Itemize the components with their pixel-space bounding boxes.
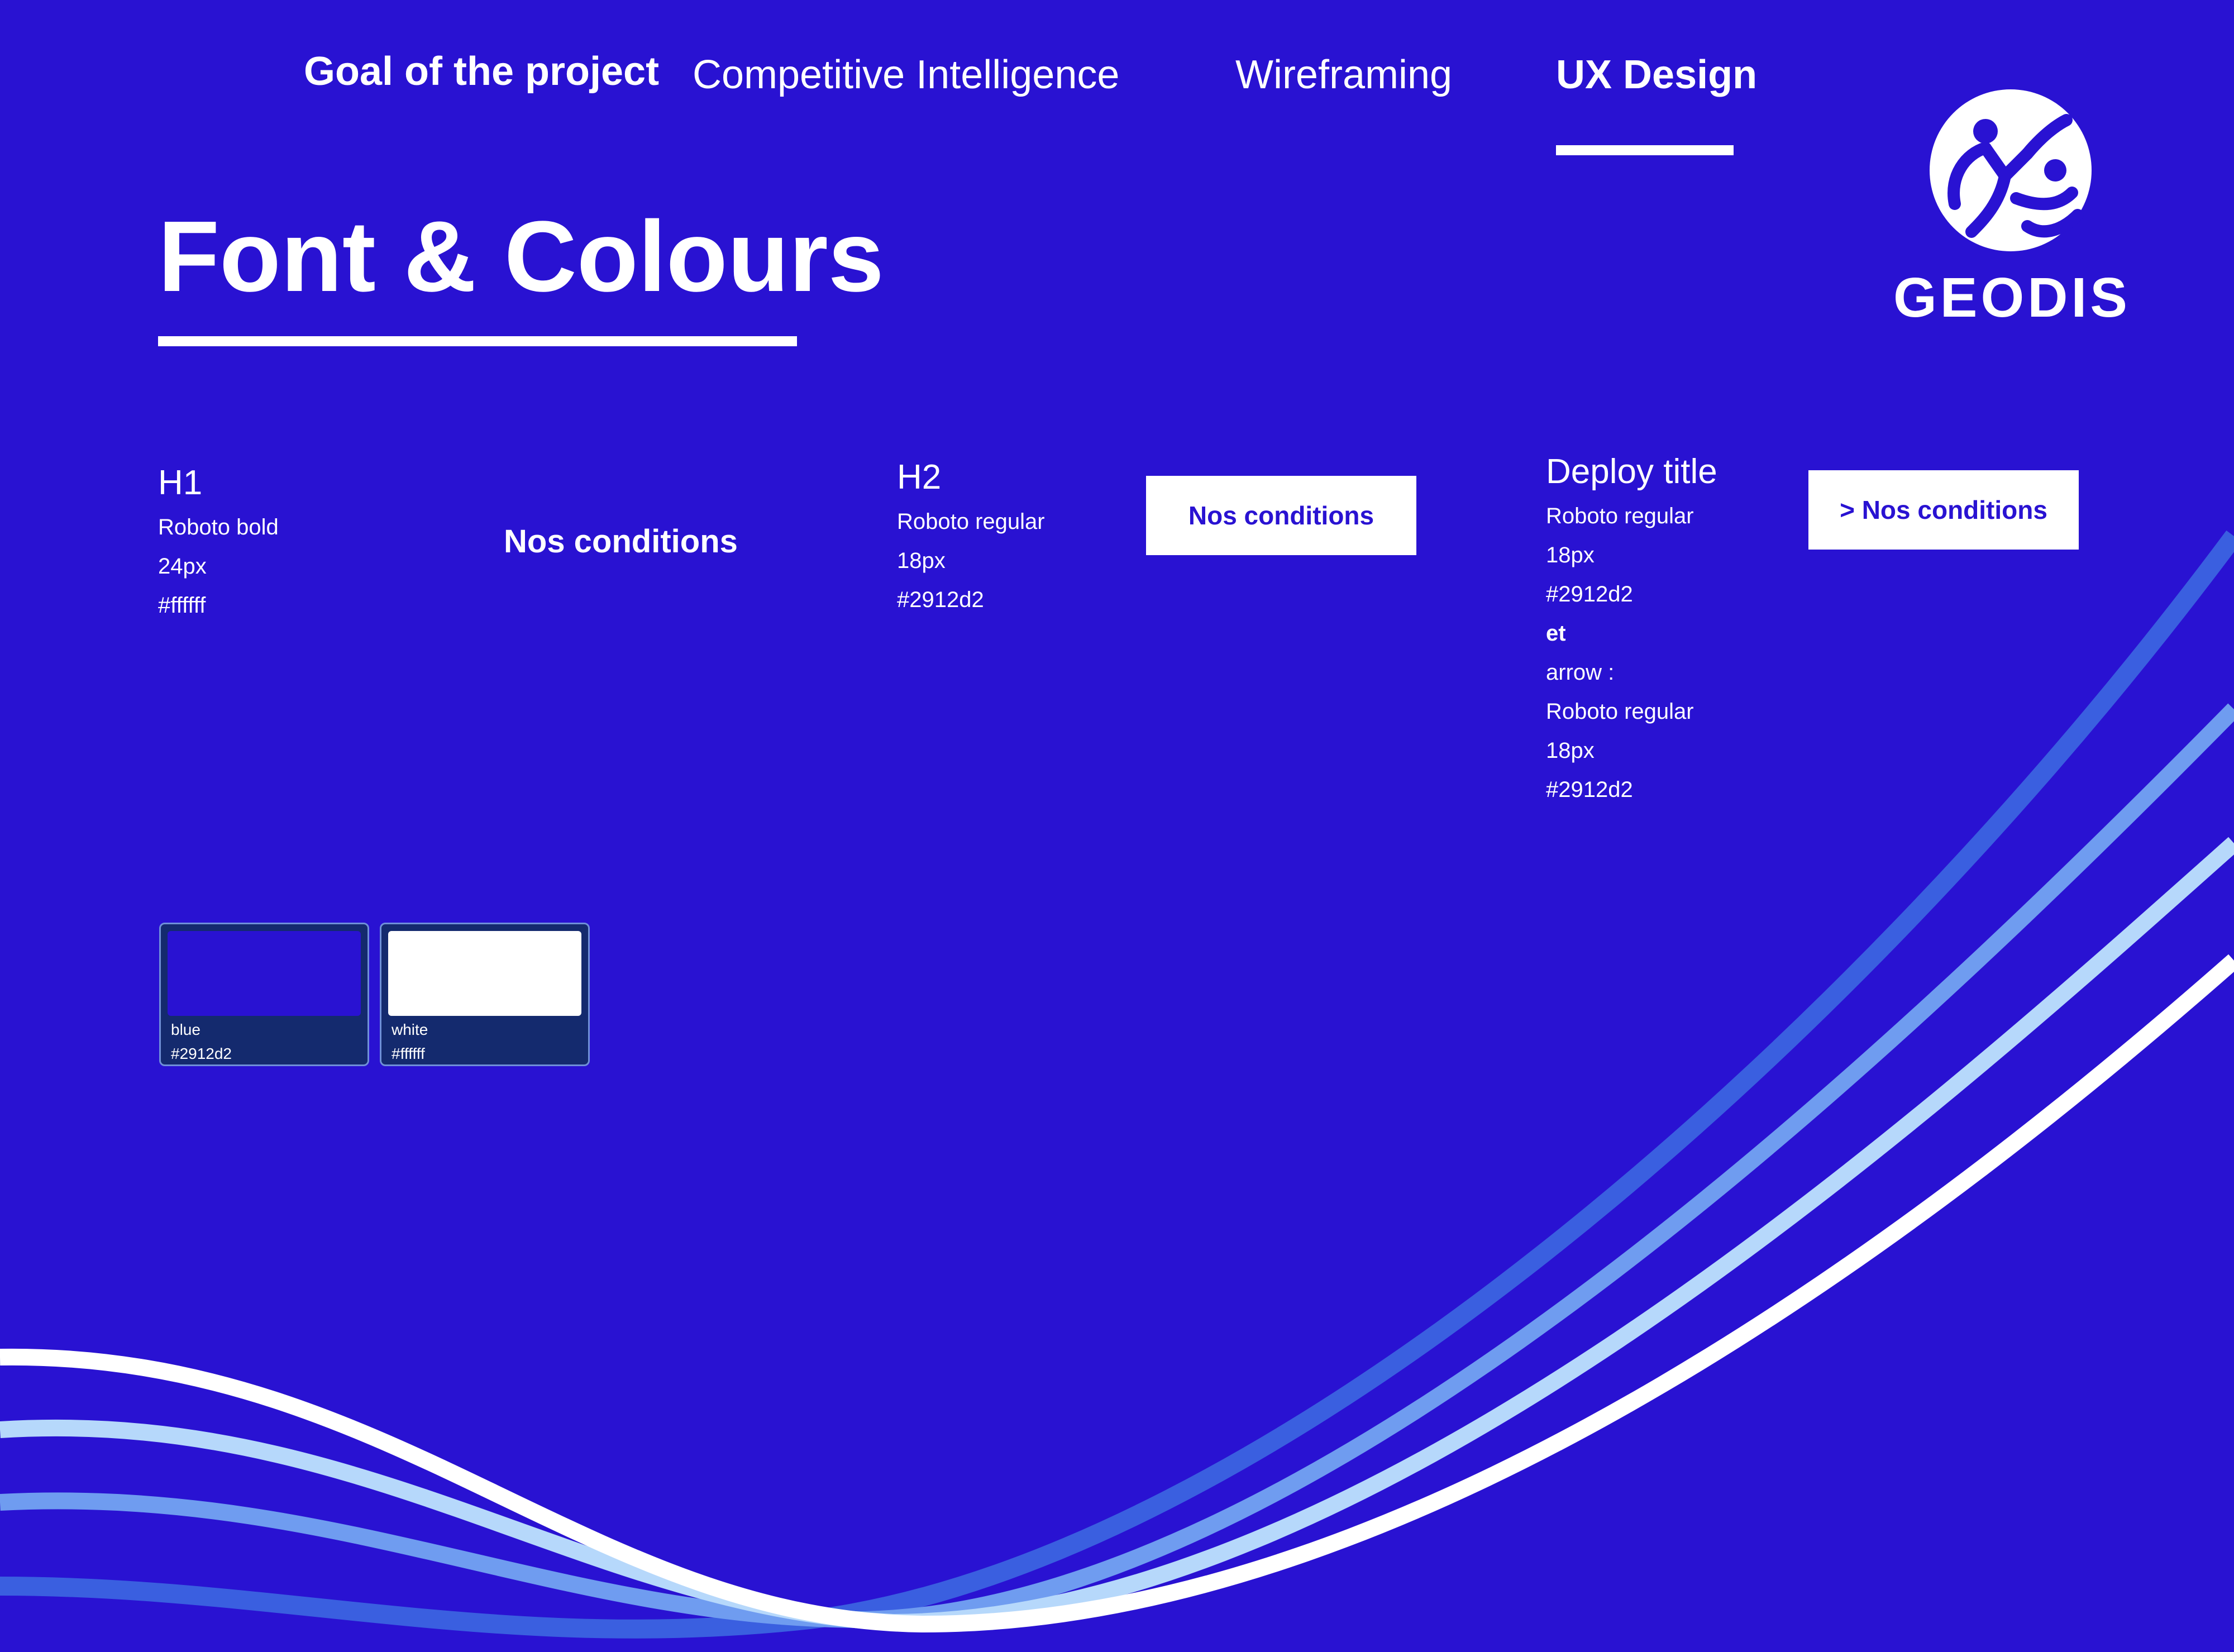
- h2-color: #2912d2: [897, 588, 984, 612]
- deploy-nos-conditions-button[interactable]: > Nos conditions: [1808, 470, 2079, 550]
- deploy-size: 18px: [1546, 543, 1595, 567]
- color-swatch-white: white #ffffff: [380, 923, 590, 1066]
- swatch-hex: #2912d2: [171, 1045, 232, 1062]
- deploy-conjunction: et: [1546, 621, 1566, 646]
- swatch-hex: #ffffff: [392, 1045, 425, 1062]
- h1-font: Roboto bold: [158, 515, 279, 539]
- deploy-font: Roboto regular: [1546, 504, 1694, 528]
- deploy-title-heading: Deploy title: [1546, 452, 1717, 491]
- deploy-arrow-label: arrow :: [1546, 660, 1615, 685]
- geodis-wordmark: GEODIS: [1893, 266, 2131, 329]
- swatch-name: blue: [171, 1021, 201, 1038]
- deploy-arrow-font: Roboto regular: [1546, 699, 1694, 724]
- swatch-fill-blue: [168, 931, 361, 1016]
- h2-size: 18px: [897, 548, 946, 573]
- h1-spec-heading: H1: [158, 464, 203, 502]
- nav-competitive-intelligence[interactable]: Competitive Intelligence: [693, 52, 1119, 97]
- deploy-arrow-size: 18px: [1546, 738, 1595, 763]
- nav-wireframing[interactable]: Wireframing: [1235, 52, 1452, 97]
- deploy-arrow-color: #2912d2: [1546, 777, 1633, 802]
- nav-goal-of-the-project[interactable]: Goal of the project: [304, 49, 659, 94]
- h2-font: Roboto regular: [897, 509, 1045, 534]
- h1-color: #ffffff: [158, 593, 206, 618]
- nav-ux-design[interactable]: UX Design: [1556, 52, 1757, 97]
- title-underline: [158, 336, 797, 346]
- swatch-fill-white: [388, 931, 581, 1016]
- nos-conditions-button[interactable]: Nos conditions: [1146, 476, 1416, 555]
- swatch-name: white: [392, 1021, 428, 1038]
- page-title: Font & Colours: [158, 200, 884, 313]
- h1-size: 24px: [158, 554, 207, 579]
- active-tab-indicator: [1556, 145, 1734, 155]
- color-swatch-blue: blue #2912d2: [159, 923, 369, 1066]
- h1-sample-text: Nos conditions: [504, 523, 738, 560]
- h2-spec-heading: H2: [897, 458, 942, 496]
- deploy-color: #2912d2: [1546, 582, 1633, 607]
